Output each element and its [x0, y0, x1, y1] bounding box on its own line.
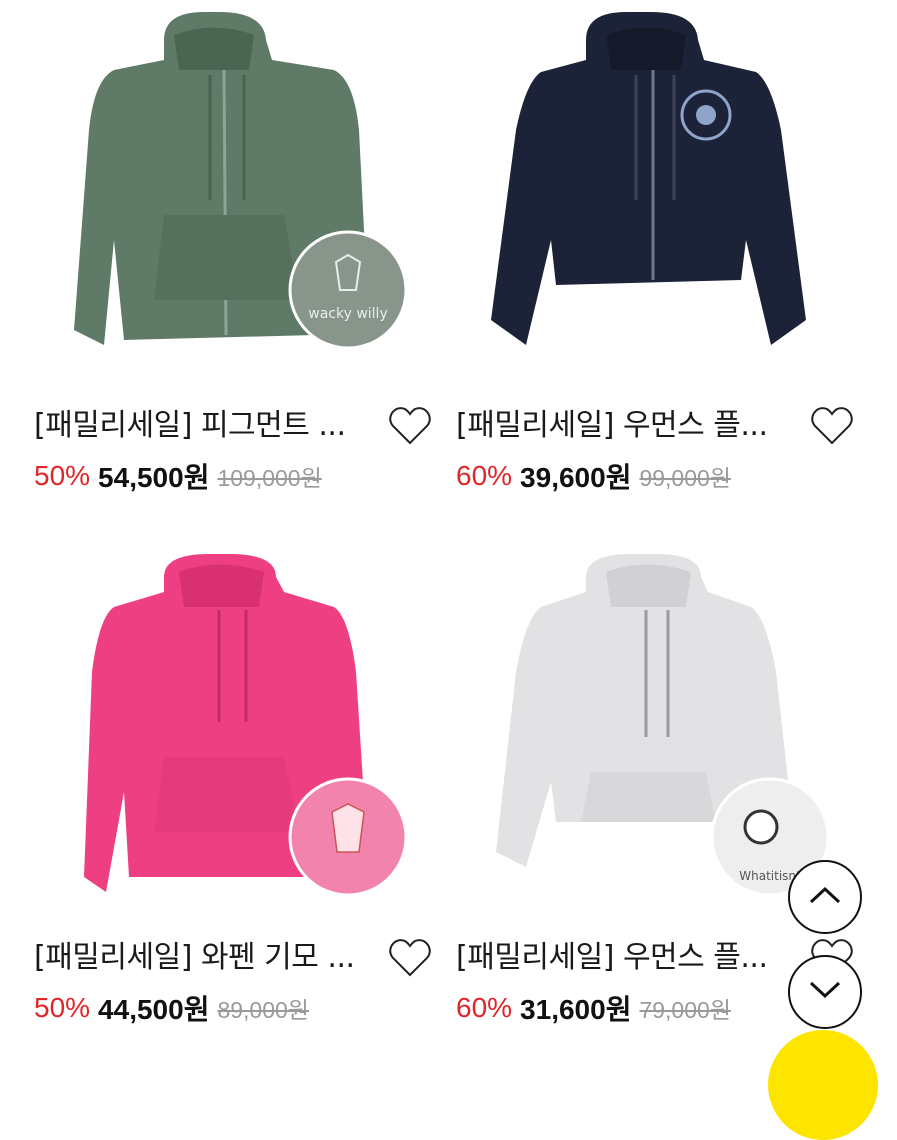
product-title[interactable]: [패밀리세일] 피그먼트 ... — [34, 406, 374, 446]
scroll-up-button[interactable] — [788, 860, 862, 934]
original-price: 109,000원 — [217, 465, 322, 491]
price-row: 60% 31,600원 79,000원 — [456, 988, 731, 1028]
sale-price: 31,600원 — [520, 994, 632, 1025]
product-image[interactable] — [14, 532, 434, 917]
discount-rate: 60% — [456, 992, 513, 1023]
original-price: 89,000원 — [217, 997, 309, 1023]
product-card[interactable]: [패밀리세일] 와펜 기모 ... 50% 44,500원 89,000원 — [14, 532, 434, 1032]
discount-rate: 50% — [34, 460, 91, 491]
sale-price: 39,600원 — [520, 462, 632, 493]
hoodie-shape — [491, 12, 806, 345]
product-image[interactable] — [436, 0, 856, 385]
heart-outline-icon[interactable] — [386, 402, 434, 450]
original-price: 79,000원 — [639, 997, 731, 1023]
scroll-down-button[interactable] — [788, 955, 862, 1029]
svg-text:wacky willy: wacky willy — [308, 306, 387, 322]
product-card[interactable]: wacky willy [패밀리세일] 피그먼트 ... 50% 54,500원 1… — [14, 0, 434, 500]
kakao-chat-button[interactable] — [768, 1030, 878, 1140]
price-row: 50% 54,500원 109,000원 — [34, 456, 322, 496]
product-title[interactable]: [패밀리세일] 우먼스 플... — [456, 938, 796, 978]
discount-rate: 60% — [456, 460, 513, 491]
discount-rate: 50% — [34, 992, 91, 1023]
price-row: 60% 39,600원 99,000원 — [456, 456, 731, 496]
price-row: 50% 44,500원 89,000원 — [34, 988, 309, 1028]
sale-price: 44,500원 — [98, 994, 210, 1025]
sale-price: 54,500원 — [98, 462, 210, 493]
product-title[interactable]: [패밀리세일] 우먼스 플... — [456, 406, 796, 446]
original-price: 99,000원 — [639, 465, 731, 491]
product-image[interactable]: Whatitisnt — [436, 532, 856, 917]
heart-outline-icon[interactable] — [808, 402, 856, 450]
heart-outline-icon[interactable] — [386, 934, 434, 982]
product-image[interactable]: wacky willy — [14, 0, 434, 385]
product-card[interactable]: [패밀리세일] 우먼스 플... 60% 39,600원 99,000원 — [436, 0, 856, 500]
chevron-up-icon — [808, 885, 842, 909]
chevron-down-icon — [808, 980, 842, 1004]
product-card[interactable]: Whatitisnt [패밀리세일] 우먼스 플... 60% 31,600원 79… — [436, 532, 856, 1032]
product-title[interactable]: [패밀리세일] 와펜 기모 ... — [34, 938, 374, 978]
